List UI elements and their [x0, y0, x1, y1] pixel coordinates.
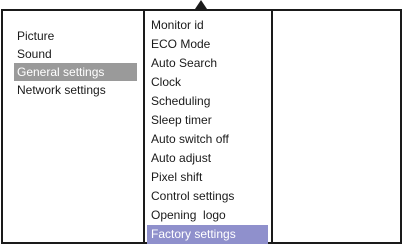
submenu-item-auto-switch-off[interactable]: Auto switch off: [147, 130, 268, 149]
submenu-item-factory-settings[interactable]: Factory settings: [147, 225, 268, 244]
column-divider-left: [143, 9, 145, 244]
main-menu-item-network-settings[interactable]: Network settings: [14, 81, 137, 99]
submenu-item-clock[interactable]: Clock: [147, 73, 268, 92]
submenu-item-monitor-id[interactable]: Monitor id: [147, 16, 268, 35]
main-menu: Picture Sound General settings Network s…: [14, 27, 137, 99]
general-settings-submenu: Monitor id ECO Mode Auto Search Clock Sc…: [147, 16, 268, 244]
main-menu-item-sound[interactable]: Sound: [14, 45, 137, 63]
submenu-item-opening-logo[interactable]: Opening logo: [147, 206, 268, 225]
main-menu-item-picture[interactable]: Picture: [14, 27, 137, 45]
main-menu-item-general-settings[interactable]: General settings: [14, 63, 137, 81]
submenu-item-sleep-timer[interactable]: Sleep timer: [147, 111, 268, 130]
submenu-item-pixel-shift[interactable]: Pixel shift: [147, 168, 268, 187]
submenu-item-auto-search[interactable]: Auto Search: [147, 54, 268, 73]
submenu-item-scheduling[interactable]: Scheduling: [147, 92, 268, 111]
scroll-up-arrow-icon[interactable]: [195, 0, 207, 9]
submenu-item-eco-mode[interactable]: ECO Mode: [147, 35, 268, 54]
submenu-item-control-settings[interactable]: Control settings: [147, 187, 268, 206]
submenu-item-auto-adjust[interactable]: Auto adjust: [147, 149, 268, 168]
column-divider-right: [271, 9, 273, 244]
